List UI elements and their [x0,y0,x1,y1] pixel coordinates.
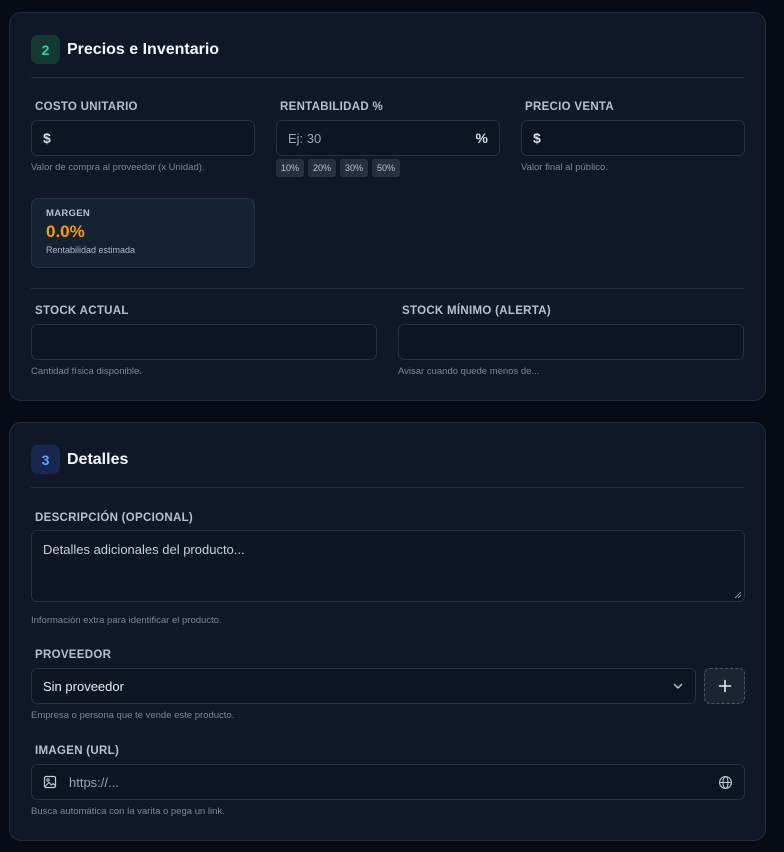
profitability-label: RENTABILIDAD % [280,101,384,113]
stock-min-hint: Avisar cuando quede menos de... [398,366,540,377]
profitability-placeholder: Ej: 30 [288,130,322,146]
image-url-label: IMAGEN (URL) [35,745,120,757]
sale-price-hint: Valor final al público. [521,162,608,173]
description-placeholder: Detalles adicionales del producto... [43,542,245,557]
details-card: 3 Detalles DESCRIPCIÓN (OPCIONAL) Detall… [9,422,766,841]
section-title: Detalles [67,451,129,468]
description-hint: Información extra para identificar el pr… [31,615,222,626]
resize-grip-icon[interactable] [734,591,742,599]
pricing-inventory-card: 2 Precios e Inventario COSTO UNITARIO $ … [9,12,766,401]
stock-current-hint: Cantidad física disponible. [31,366,142,377]
preset-chip-50[interactable]: 50% [372,159,401,177]
preset-chip-10[interactable]: 10% [276,159,305,177]
add-supplier-button[interactable] [704,668,745,704]
stock-min-label: STOCK MÍNIMO (ALERTA) [402,305,551,317]
pricing-card-header: 2 Precios e Inventario [31,35,744,78]
image-url-input[interactable]: https://... [31,764,745,800]
globe-icon[interactable] [718,775,733,790]
margin-label: MARGEN [46,208,91,219]
details-card-header: 3 Detalles [31,445,744,488]
step-badge: 3 [31,445,60,474]
currency-prefix: $ [43,130,51,146]
stock-current-label: STOCK ACTUAL [35,305,129,317]
stock-current-input[interactable] [31,324,377,360]
percent-suffix: % [475,130,488,146]
section-title: Precios e Inventario [67,41,220,58]
unit-cost-input[interactable]: $ [31,120,255,156]
preset-chip-30[interactable]: 30% [340,159,369,177]
unit-cost-label: COSTO UNITARIO [35,101,138,113]
description-textarea[interactable]: Detalles adicionales del producto... [31,530,745,602]
image-icon [43,775,57,789]
image-url-placeholder: https://... [69,774,119,790]
margin-summary: MARGEN 0.0% Rentabilidad estimada [31,198,255,268]
image-url-hint: Busca automática con la varita o pega un… [31,806,225,817]
step-badge: 2 [31,35,60,64]
supplier-hint: Empresa o persona que te vende este prod… [31,710,235,721]
preset-chip-20[interactable]: 20% [308,159,337,177]
supplier-select[interactable]: Sin proveedor [31,668,696,704]
supplier-selected-value: Sin proveedor [43,678,124,694]
sale-price-input[interactable]: $ [521,120,745,156]
profitability-input[interactable]: Ej: 30 % [276,120,500,156]
stock-min-input[interactable] [398,324,744,360]
description-label: DESCRIPCIÓN (OPCIONAL) [35,512,194,524]
supplier-label: PROVEEDOR [35,649,112,661]
margin-value: 0.0% [46,222,85,241]
profitability-presets: 10% 20% 30% 50% [276,159,401,177]
section-divider [31,288,744,289]
currency-prefix: $ [533,130,541,146]
plus-icon [718,679,731,693]
unit-cost-hint: Valor de compra al proveedor (x Unidad). [31,162,205,173]
chevron-down-icon [673,683,683,689]
sale-price-label: PRECIO VENTA [525,101,615,113]
margin-subtitle: Rentabilidad estimada [46,245,136,255]
